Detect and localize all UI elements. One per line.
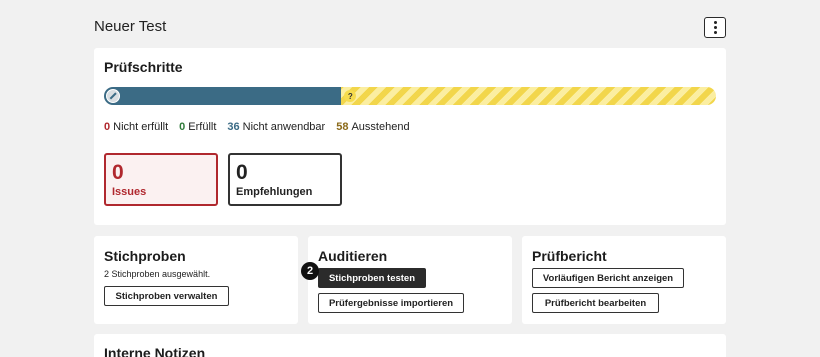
kebab-menu-button[interactable] — [704, 17, 726, 38]
not-applicable-icon — [106, 89, 120, 103]
report-heading: Prüfbericht — [532, 248, 607, 264]
test-steps-card: Prüfschritte ? 0 Nicht erfüllt 0 Erfüllt 3… — [94, 48, 726, 225]
recommendations-count: 0 — [236, 161, 248, 184]
page-title: Neuer Test — [94, 18, 167, 35]
audit-card: Auditieren Stichproben testen Prüfergebn… — [308, 236, 512, 324]
stat-not-applicable: 36 Nicht anwendbar — [227, 121, 326, 133]
recommendations-label: Empfehlungen — [236, 186, 313, 198]
samples-card: Stichproben 2 Stichproben ausgewählt. St… — [94, 236, 298, 324]
recommendations-count-box[interactable]: 0 Empfehlungen — [228, 153, 342, 206]
issues-count: 0 — [112, 161, 124, 184]
stat-fulfilled: 0 Erfüllt — [179, 121, 217, 133]
samples-selected-text: 2 Stichproben ausgewählt. — [104, 269, 211, 279]
status-summary: 0 Nicht erfüllt 0 Erfüllt 36 Nicht anwendba… — [104, 121, 410, 133]
samples-heading: Stichproben — [104, 248, 186, 264]
import-results-button[interactable]: Prüfergebnisse importieren — [318, 293, 464, 313]
audit-heading: Auditieren — [318, 248, 388, 264]
pending-question-icon: ? — [344, 90, 357, 102]
internal-notes-heading: Interne Notizen — [104, 345, 206, 357]
stat-pending: 58 Ausstehend — [336, 121, 410, 133]
report-card: Prüfbericht Vorläufigen Bericht anzeigen… — [522, 236, 726, 324]
internal-notes-card: Interne Notizen — [94, 334, 726, 357]
issues-label: Issues — [112, 186, 147, 198]
preview-report-button[interactable]: Vorläufigen Bericht anzeigen — [532, 268, 684, 288]
progress-bar: ? — [104, 87, 716, 105]
step-number-badge: 2 — [301, 262, 319, 280]
progress-pending-segment: ? — [341, 87, 716, 105]
test-samples-button[interactable]: Stichproben testen — [318, 268, 426, 288]
issues-count-box[interactable]: 0 Issues — [104, 153, 218, 206]
progress-done-segment — [104, 87, 342, 105]
edit-report-button[interactable]: Prüfbericht bearbeiten — [532, 293, 659, 313]
kebab-menu-icon — [713, 21, 717, 24]
manage-samples-button[interactable]: Stichproben verwalten — [104, 286, 229, 306]
test-steps-heading: Prüfschritte — [104, 59, 183, 75]
stat-not-fulfilled: 0 Nicht erfüllt — [104, 121, 169, 133]
